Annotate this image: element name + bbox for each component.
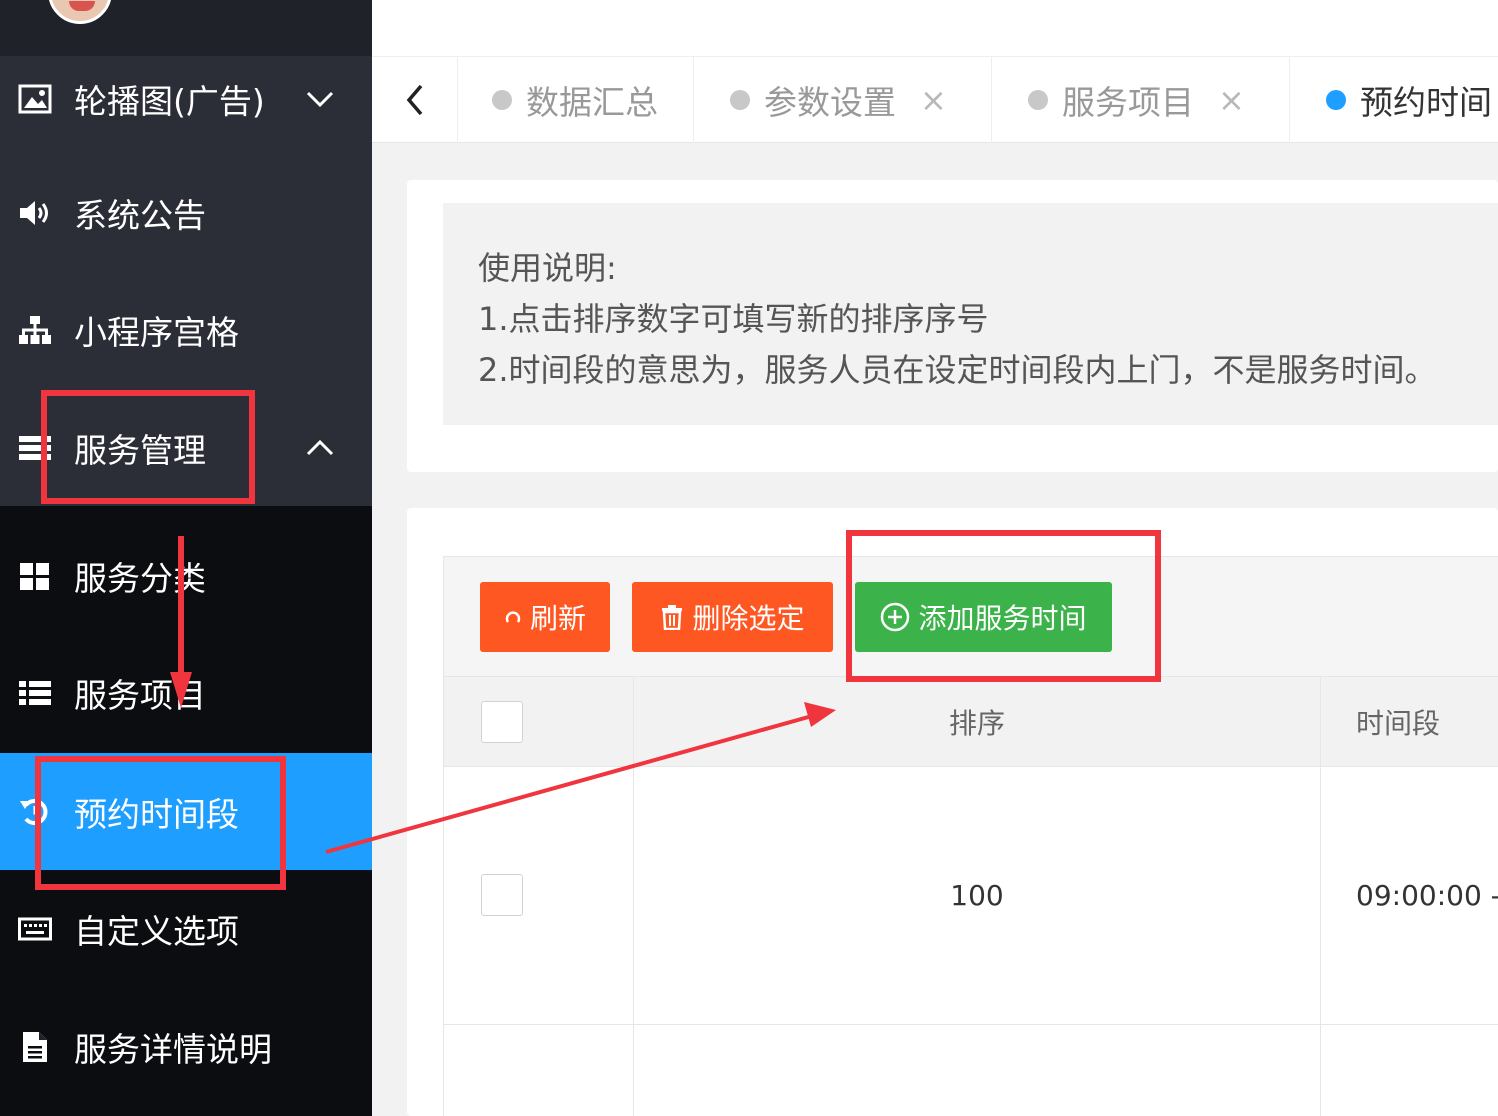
time-slot-value: 09:00:00 -	[1356, 879, 1498, 912]
sidebar-item-label: 服务项目	[74, 675, 206, 715]
sidebar-item-label: 小程序宫格	[74, 312, 239, 352]
chevron-up-icon	[302, 430, 338, 466]
sidebar-item-service-category[interactable]: 服务分类	[0, 517, 372, 634]
select-all-checkbox[interactable]	[481, 701, 523, 743]
trash-icon	[660, 604, 684, 630]
tab-service-items[interactable]: 服务项目 ×	[992, 57, 1290, 143]
top-header	[372, 0, 1498, 57]
tab-dot-icon	[1028, 90, 1048, 110]
sidebar-item-service-detail[interactable]: 服务详情说明	[0, 988, 372, 1105]
speaker-icon	[18, 196, 52, 230]
sidebar-item-announcement[interactable]: 系统公告	[0, 154, 372, 271]
notice-line-1: 1.点击排序数字可填写新的排序序号	[478, 300, 989, 338]
tab-dot-icon	[492, 90, 512, 110]
annotation-box-service-management	[41, 390, 255, 504]
file-icon	[18, 1030, 52, 1064]
sidebar-item-label: 服务详情说明	[74, 1029, 272, 1069]
refresh-label: 刷新	[529, 602, 586, 635]
tab-data-summary[interactable]: 数据汇总	[458, 57, 694, 143]
refresh-button[interactable]: 刷新	[480, 582, 610, 652]
close-icon[interactable]: ×	[920, 81, 947, 119]
list-icon	[18, 676, 52, 710]
chevron-down-icon	[302, 81, 338, 117]
sidebar-item-label: 服务分类	[74, 558, 206, 598]
table-row: 100 09:00:00 -	[444, 767, 1498, 1025]
tab-appointment-time[interactable]: 预约时间	[1290, 57, 1498, 143]
tab-parameter-settings[interactable]: 参数设置 ×	[694, 57, 992, 143]
chevron-left-icon	[406, 84, 422, 116]
tab-dot-icon	[730, 90, 750, 110]
sidebar-item-carousel[interactable]: 轮播图(广告)	[0, 40, 372, 157]
sort-value[interactable]: 100	[634, 879, 1320, 912]
notice-title: 使用说明:	[478, 249, 617, 287]
column-header-sort[interactable]: 排序	[634, 677, 1320, 767]
sidebar-item-label: 自定义选项	[74, 911, 239, 951]
tab-label: 预约时间	[1360, 83, 1492, 122]
usage-notice: 使用说明: 1.点击排序数字可填写新的排序序号 2.时间段的意思为，服务人员在设…	[443, 203, 1498, 425]
annotation-box-appointment-time	[35, 756, 286, 890]
sidebar-item-label: 系统公告	[74, 195, 206, 235]
notice-line-2: 2.时间段的意思为，服务人员在设定时间段内上门，不是服务时间。	[478, 351, 1437, 389]
sidebar: 轮播图(广告) 系统公告 小程序宫格 服务管理 服务分类 服务项目 预约时间段 …	[0, 0, 372, 1116]
tab-label: 参数设置	[764, 83, 896, 122]
grid-icon	[18, 559, 52, 593]
tab-dot-icon	[1326, 90, 1346, 110]
refresh-icon	[504, 608, 522, 626]
close-icon[interactable]: ×	[1218, 81, 1245, 119]
sidebar-item-label: 轮播图(广告)	[74, 81, 265, 121]
delete-selected-button[interactable]: 删除选定	[632, 582, 833, 652]
delete-label: 删除选定	[692, 602, 805, 635]
image-icon	[18, 82, 52, 116]
keyboard-icon	[18, 912, 52, 946]
row-checkbox[interactable]	[481, 874, 523, 916]
sidebar-item-miniprogram-grid[interactable]: 小程序宫格	[0, 271, 372, 388]
tab-label: 服务项目	[1062, 83, 1194, 122]
column-header-time[interactable]: 时间段	[1356, 677, 1440, 767]
tab-scroll-left-button[interactable]	[372, 57, 458, 143]
time-slot-table: 排序 时间段 100 09:00:00 -	[443, 677, 1498, 1116]
tab-bar: 数据汇总 参数设置 × 服务项目 × 预约时间	[372, 57, 1498, 143]
sidebar-item-service-items[interactable]: 服务项目	[0, 634, 372, 751]
tab-label: 数据汇总	[526, 83, 658, 122]
annotation-box-add-button	[846, 530, 1161, 682]
sitemap-icon	[18, 313, 52, 347]
avatar[interactable]	[48, 0, 112, 24]
